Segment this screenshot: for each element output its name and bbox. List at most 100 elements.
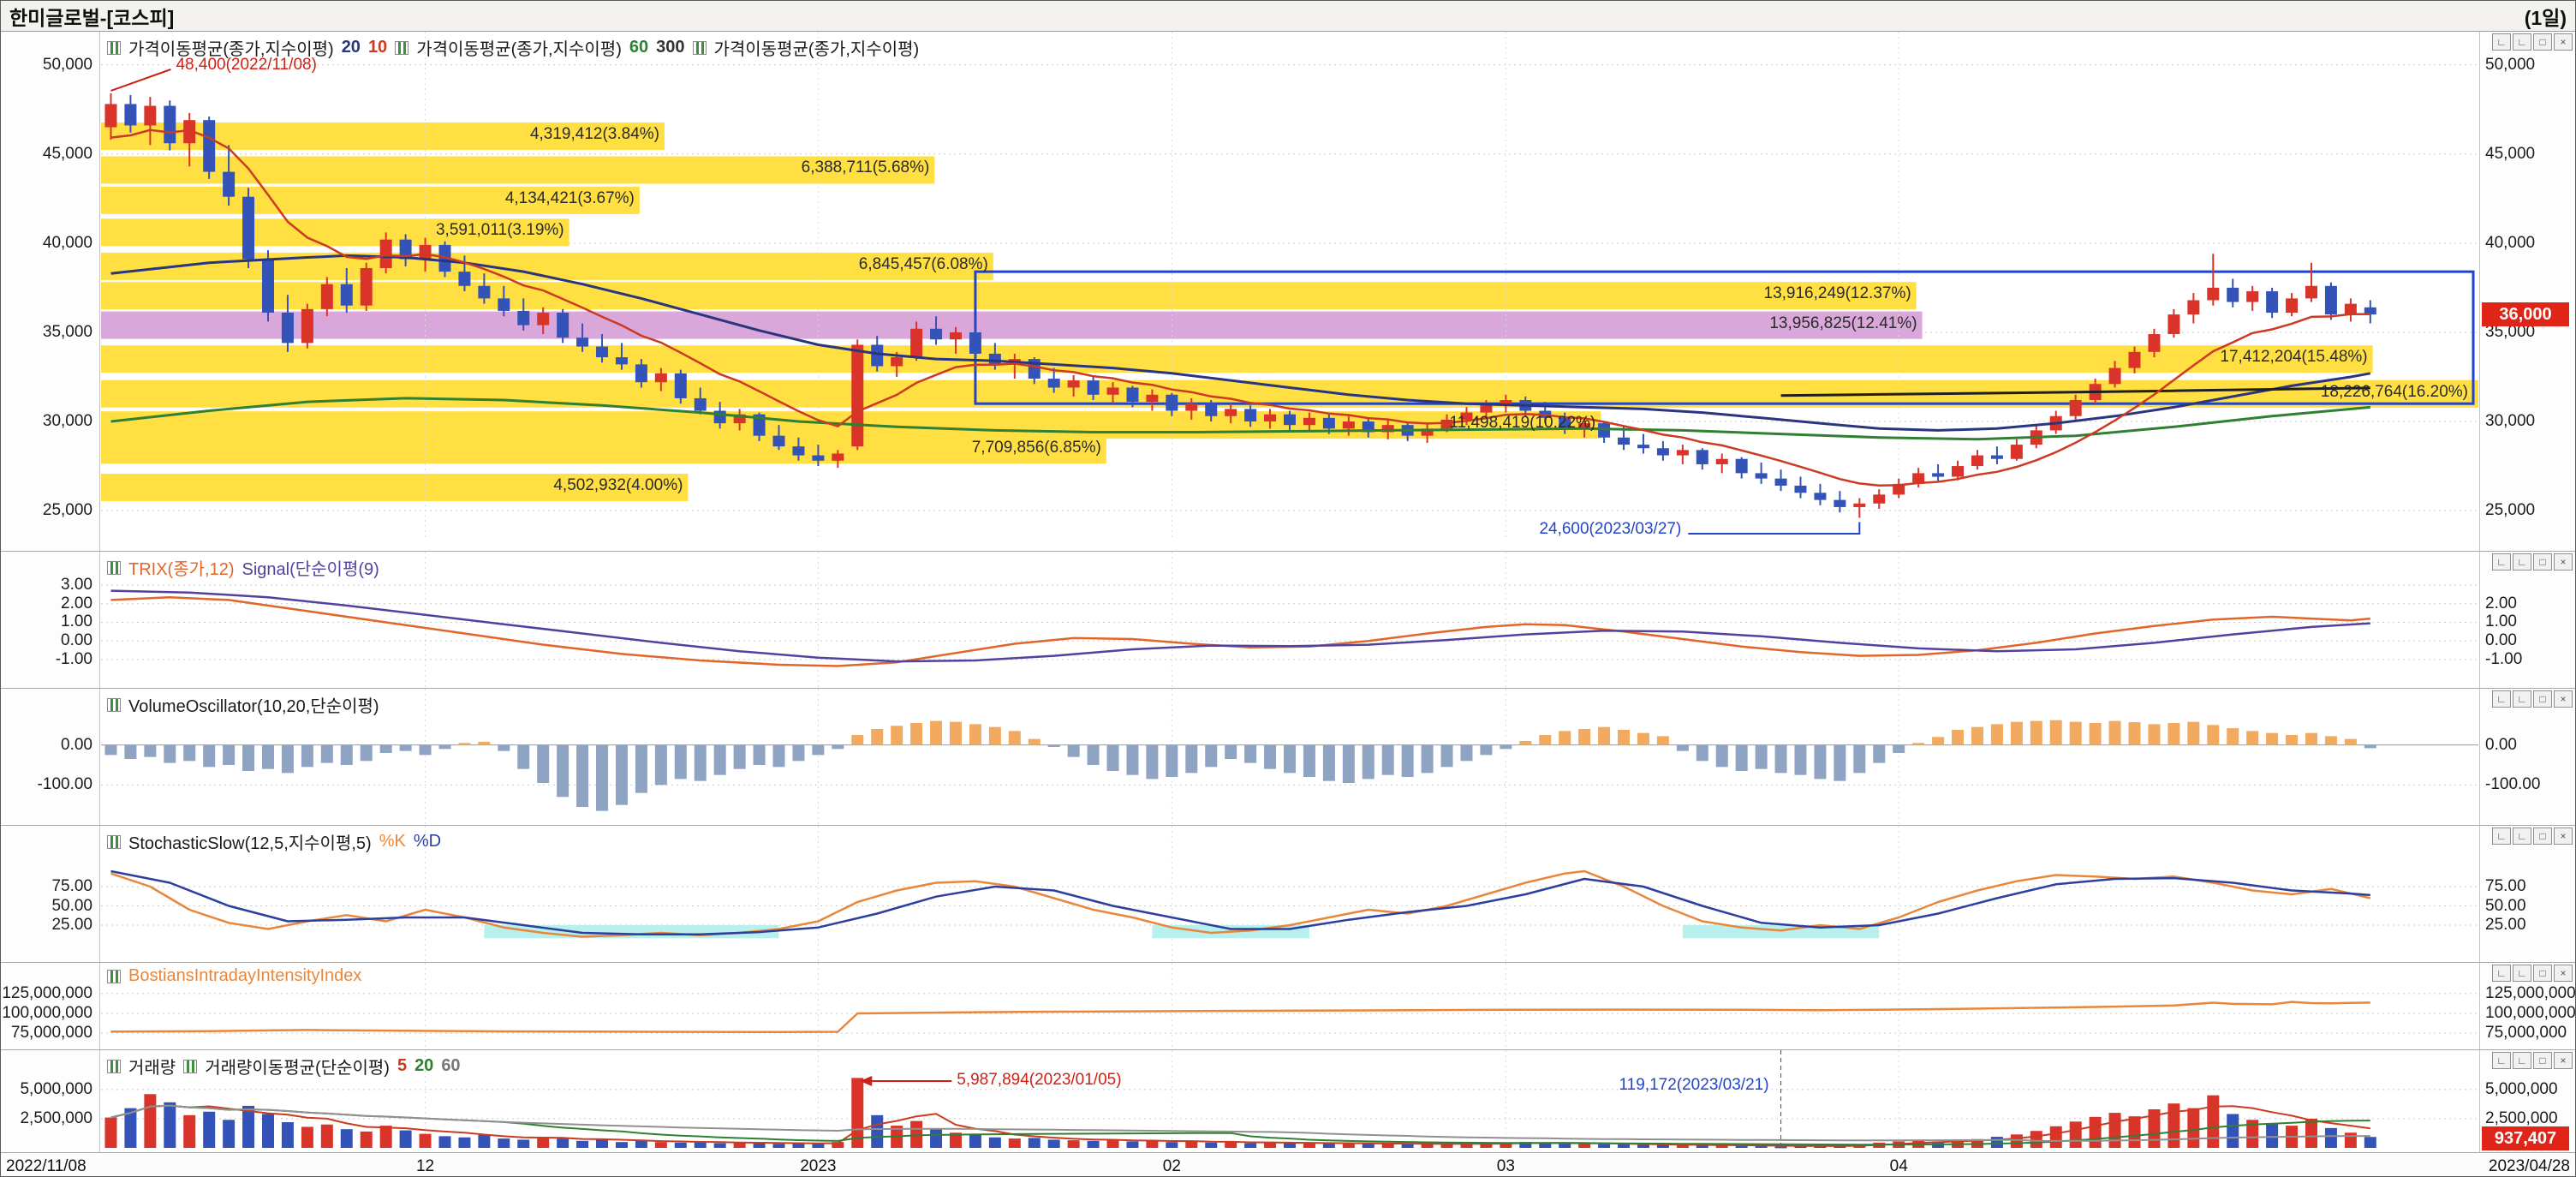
axis-label: 25,000	[43, 501, 92, 520]
volume-profile-label: 18,226,764(16.20%)	[2321, 383, 2468, 402]
panel-control-button-2[interactable]: ∟	[2513, 1052, 2531, 1069]
indicator-icon[interactable]	[107, 698, 121, 712]
volume-profile-label: 13,956,825(12.41%)	[1769, 314, 1917, 333]
chart-window: 한미글로벌-[코스피] (1일) 50,00045,00040,00035,00…	[0, 0, 2576, 1177]
panel-controls: ∟∟□×	[2492, 1052, 2573, 1069]
panel-control-button-3[interactable]: □	[2533, 1052, 2552, 1069]
stochastic-plot[interactable]	[101, 826, 2478, 962]
axis-label: 40,000	[2485, 234, 2535, 253]
volume-axis-left: 5,000,000 2,500,000	[1, 1050, 100, 1152]
legend-volume: 거래량	[128, 1054, 176, 1078]
panel-control-button-4[interactable]: ×	[2554, 690, 2573, 708]
legend-price-ma-c: 가격이동평균(종가,지수이평)	[714, 35, 920, 60]
price-axis-right: 36,00050,00045,00040,00035,00030,00025,0…	[2479, 32, 2575, 551]
axis-label: 45,000	[43, 145, 92, 164]
time-axis-label: 03	[1497, 1157, 1515, 1176]
price-axis-left: 50,00045,00040,00035,00030,00025,000	[1, 32, 100, 551]
panel-control-button-3[interactable]: □	[2533, 827, 2552, 845]
panel-control-button-1[interactable]: ∟	[2492, 1052, 2511, 1069]
panel-control-button-4[interactable]: ×	[2554, 553, 2573, 571]
axis-label: 75,000,000	[2485, 1024, 2567, 1043]
indicator-icon[interactable]	[107, 970, 121, 983]
price-plot[interactable]: 4,319,412(3.84%)6,388,711(5.68%)4,134,42…	[101, 32, 2478, 551]
intensity-plot[interactable]	[101, 963, 2478, 1049]
axis-label: 50,000	[2485, 56, 2535, 75]
price-panel: 50,00045,00040,00035,00030,00025,000 4,3…	[1, 32, 2575, 551]
panel-control-button-3[interactable]: □	[2533, 33, 2552, 51]
volume-profile-label: 13,916,249(12.37%)	[1764, 284, 1911, 303]
axis-label: 2.00	[2485, 594, 2517, 613]
panel-controls: ∟∟□×	[2492, 33, 2573, 51]
indicator-icon[interactable]	[107, 561, 121, 575]
indicator-icon[interactable]	[107, 835, 121, 849]
axis-label: 0.00	[61, 736, 92, 755]
indicator-icon[interactable]	[693, 41, 707, 55]
panel-control-button-1[interactable]: ∟	[2492, 33, 2511, 51]
indicator-icon[interactable]	[183, 1060, 197, 1073]
axis-label: 2,500,000	[20, 1109, 92, 1128]
panel-control-button-4[interactable]: ×	[2554, 33, 2573, 51]
panel-control-button-4[interactable]: ×	[2554, 1052, 2573, 1069]
axis-label: 5,000,000	[20, 1080, 92, 1099]
axis-label: 25.00	[2485, 916, 2526, 935]
axis-label: 30,000	[2485, 412, 2535, 431]
axis-label: 2,500,000	[2485, 1109, 2558, 1128]
panel-control-button-2[interactable]: ∟	[2513, 965, 2531, 982]
current-price-badge: 36,000	[2482, 302, 2569, 326]
legend-vma60-period: 60	[441, 1056, 460, 1076]
stochastic-axis-right: 75.0050.0025.00∟∟□×	[2479, 826, 2575, 962]
axis-label: 25.00	[51, 916, 92, 935]
legend-trix: TRIX(종가,12)	[128, 555, 234, 580]
axis-label: 45,000	[2485, 145, 2535, 164]
time-axis-label: 04	[1890, 1157, 1908, 1176]
time-axis-label: 02	[1163, 1157, 1181, 1176]
legend-vma5-period: 5	[397, 1056, 407, 1076]
time-axis-label: 2023	[800, 1157, 836, 1176]
panel-control-button-2[interactable]: ∟	[2513, 553, 2531, 571]
intensity-legend: BostiansIntradayIntensityIndex	[107, 966, 361, 986]
window-title: 한미글로벌-[코스피]	[9, 2, 174, 31]
current-volume-badge: 937,407	[2482, 1126, 2569, 1150]
axis-label: 75.00	[51, 877, 92, 896]
indicator-icon[interactable]	[107, 1060, 121, 1073]
volume-profile-label: 6,845,457(6.08%)	[859, 255, 988, 274]
axis-label: 125,000,000	[2, 984, 92, 1003]
panel-control-button-3[interactable]: □	[2533, 690, 2552, 708]
panel-control-button-1[interactable]: ∟	[2492, 827, 2511, 845]
trix-panel: 3.002.001.000.00-1.00 2.001.000.00-1.00∟…	[1, 551, 2575, 688]
legend-intensity: BostiansIntradayIntensityIndex	[128, 966, 361, 986]
axis-label: 40,000	[43, 234, 92, 253]
panel-control-button-1[interactable]: ∟	[2492, 965, 2511, 982]
trix-chart	[101, 552, 2478, 688]
legend-vma20-period: 20	[414, 1056, 433, 1076]
legend-stochastic-k: %K	[379, 832, 406, 851]
volume-oscillator-chart	[101, 689, 2478, 825]
panel-control-button-2[interactable]: ∟	[2513, 827, 2531, 845]
legend-stochastic: StochasticSlow(12,5,지수이평,5)	[128, 829, 372, 854]
volume-oscillator-panel: 0.00-100.00 0.00-100.00∟∟□× VolumeOscill…	[1, 688, 2575, 825]
axis-label: 50.00	[51, 897, 92, 916]
indicator-icon[interactable]	[395, 41, 408, 55]
panel-control-button-4[interactable]: ×	[2554, 827, 2573, 845]
axis-label: 75,000,000	[11, 1024, 92, 1043]
oscillator-plot[interactable]	[101, 689, 2478, 825]
panel-control-button-3[interactable]: □	[2533, 553, 2552, 571]
panel-control-button-2[interactable]: ∟	[2513, 33, 2531, 51]
panel-control-button-2[interactable]: ∟	[2513, 690, 2531, 708]
volume-profile-label: 4,502,932(4.00%)	[553, 476, 683, 495]
indicator-icon[interactable]	[107, 41, 121, 55]
intensity-chart	[101, 963, 2478, 1049]
volume-profile-label: 4,319,412(3.84%)	[530, 125, 659, 144]
volume-profile-label: 7,709,856(6.85%)	[972, 439, 1101, 457]
volume-profile-label: 11,498,419(10.22%)	[1449, 414, 1595, 433]
panel-controls: ∟∟□×	[2492, 827, 2573, 845]
panel-control-button-1[interactable]: ∟	[2492, 690, 2511, 708]
trix-axis-right: 2.001.000.00-1.00∟∟□×	[2479, 552, 2575, 688]
volume-profile-label: 3,591,011(3.19%)	[436, 221, 564, 240]
volume-max-annotation: 5,987,894(2023/01/05)	[957, 1071, 1121, 1090]
panel-control-button-1[interactable]: ∟	[2492, 553, 2511, 571]
panel-control-button-3[interactable]: □	[2533, 965, 2552, 982]
trix-plot[interactable]	[101, 552, 2478, 688]
panel-control-button-4[interactable]: ×	[2554, 965, 2573, 982]
legend-volume-ma: 거래량이동평균(단순이평)	[205, 1054, 390, 1078]
